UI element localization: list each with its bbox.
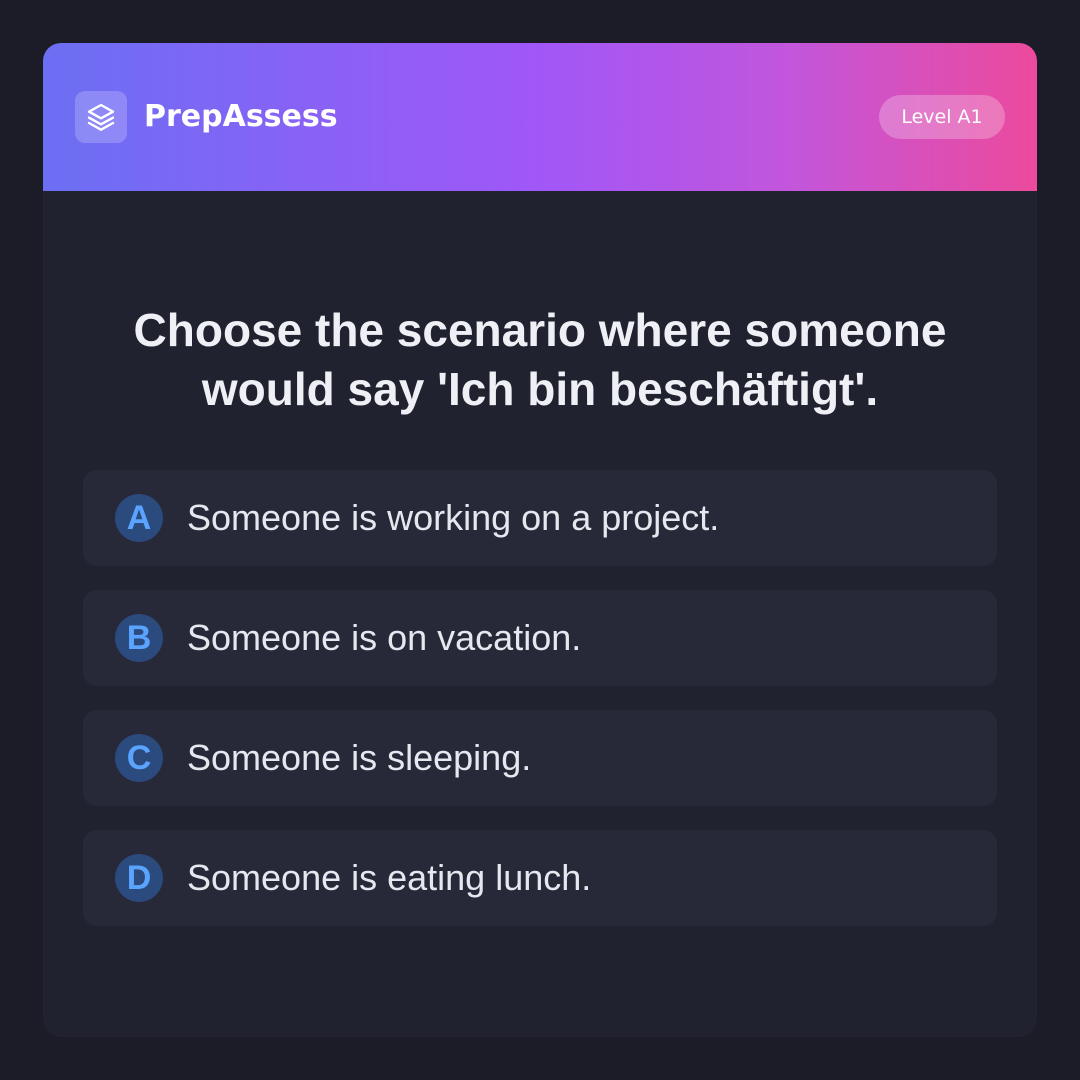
- option-d[interactable]: D Someone is eating lunch.: [83, 830, 997, 926]
- option-text: Someone is sleeping.: [187, 737, 532, 778]
- option-letter-badge: B: [115, 614, 163, 662]
- question-text: Choose the scenario where someone would …: [133, 304, 947, 415]
- header-bar: PrepAssess Level A1: [43, 43, 1037, 191]
- option-text: Someone is on vacation.: [187, 617, 582, 658]
- option-a[interactable]: A Someone is working on a project.: [83, 470, 997, 566]
- option-text: Someone is eating lunch.: [187, 857, 592, 898]
- quiz-card: PrepAssess Level A1 Choose the scenario …: [43, 43, 1037, 1037]
- level-badge: Level A1: [879, 95, 1005, 139]
- app-name: PrepAssess: [144, 99, 338, 134]
- option-c[interactable]: C Someone is sleeping.: [83, 710, 997, 806]
- logo: [75, 91, 127, 143]
- option-letter-badge: A: [115, 494, 163, 542]
- option-letter-badge: C: [115, 734, 163, 782]
- layers-icon: [87, 103, 115, 131]
- option-letter-badge: D: [115, 854, 163, 902]
- option-b[interactable]: B Someone is on vacation.: [83, 590, 997, 686]
- option-text: Someone is working on a project.: [187, 497, 720, 538]
